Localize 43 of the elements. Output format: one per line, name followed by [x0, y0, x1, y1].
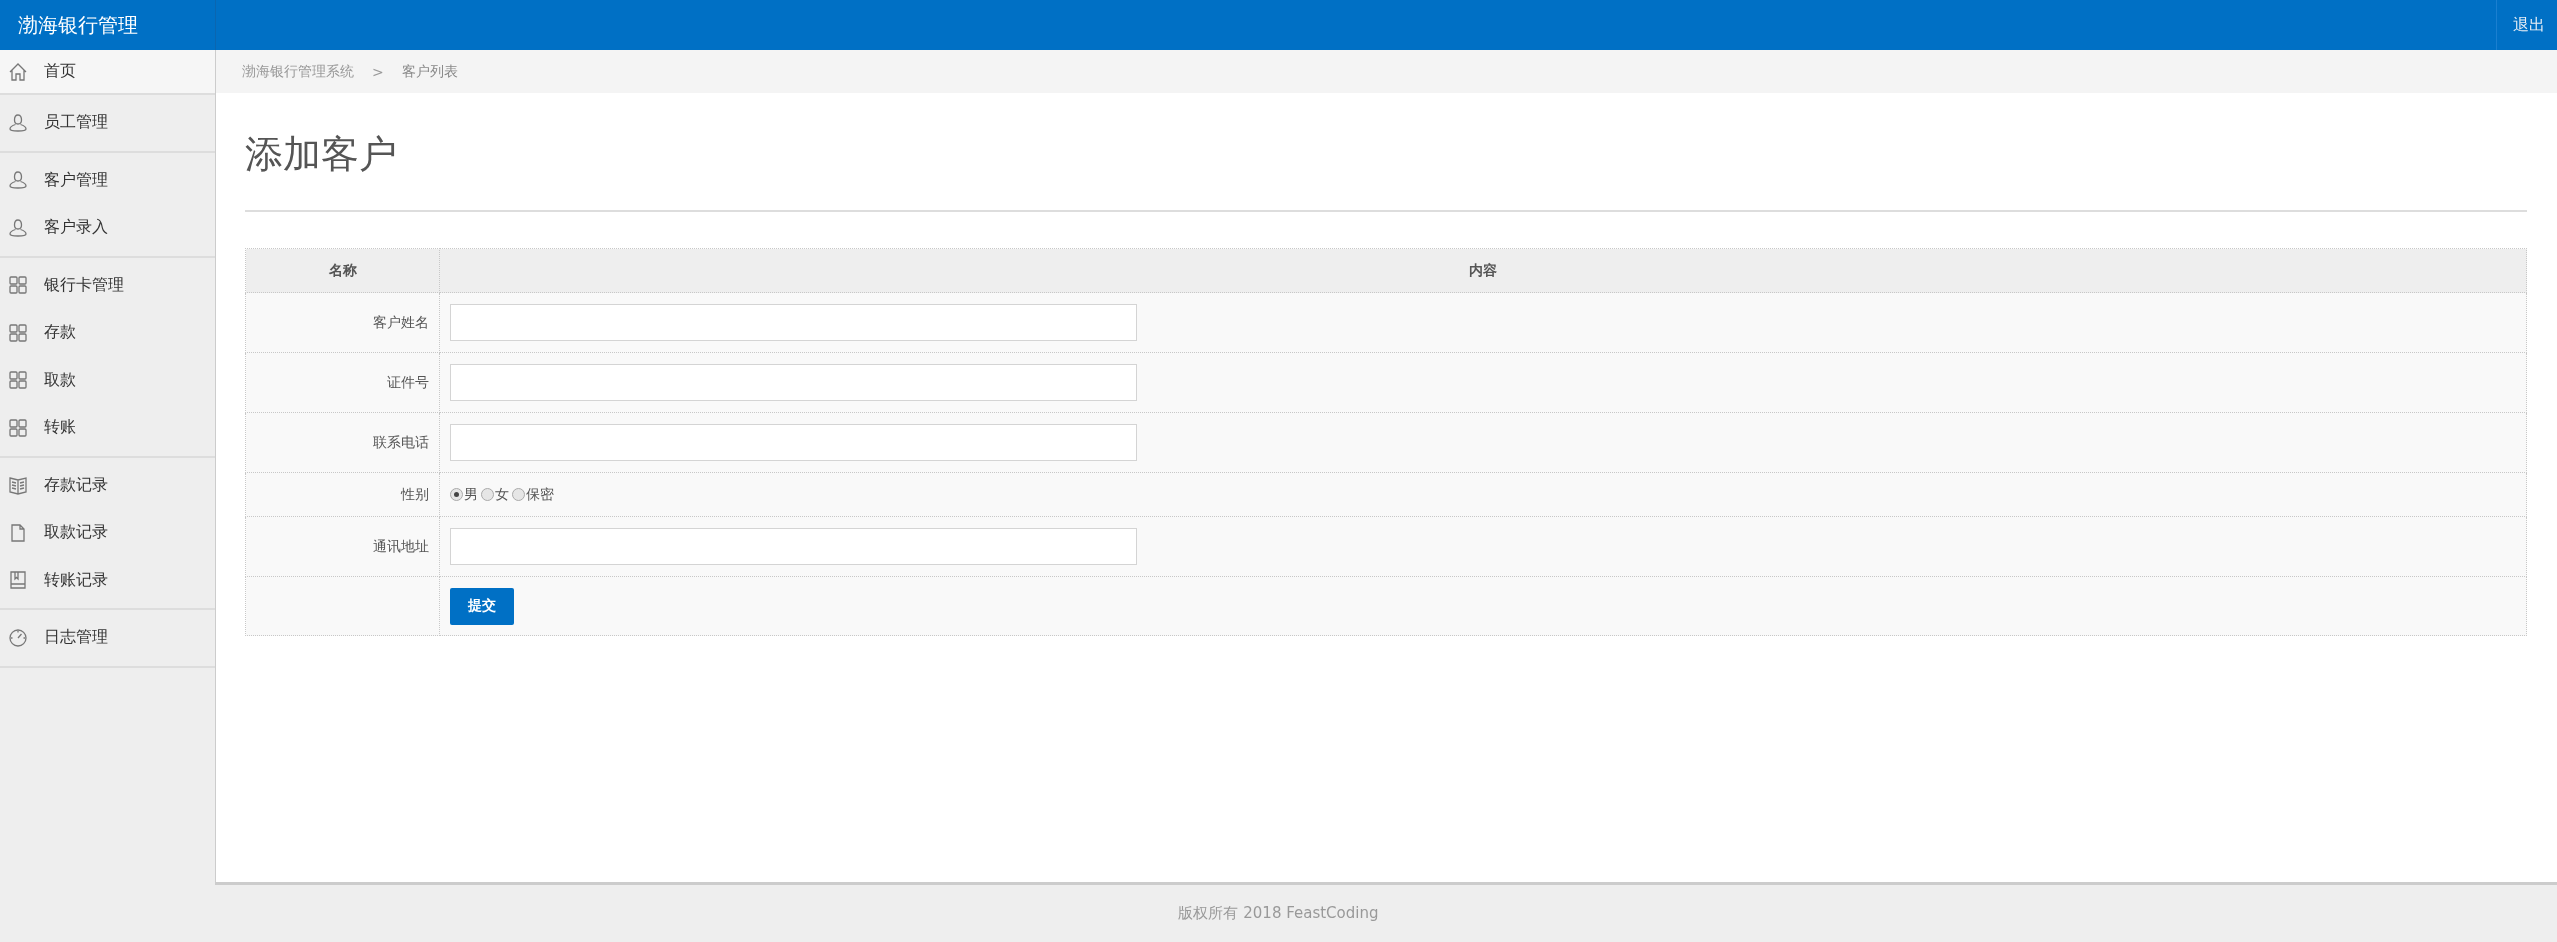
field-label: 性别 [245, 472, 440, 517]
sidebar-item[interactable]: 员工管理 [0, 99, 215, 147]
input-field[interactable] [450, 304, 1137, 341]
column-header: 内容 [439, 248, 2527, 293]
breadcrumb-current: 客户列表 [401, 62, 458, 81]
sidebar-item[interactable]: 取款记录 [0, 509, 215, 557]
book-icon [9, 477, 27, 495]
sidebar-item[interactable]: 取款 [0, 356, 215, 404]
user-icon [9, 219, 27, 237]
sidebar-item[interactable]: 银行卡管理 [0, 261, 215, 309]
file-icon [11, 524, 25, 542]
sidebar-item[interactable]: 首页 [0, 50, 215, 93]
input-field[interactable] [450, 528, 1137, 565]
sidebar-item[interactable]: 日志管理 [0, 614, 215, 662]
column-header: 名称 [245, 248, 440, 293]
sidebar-item[interactable]: 转账记录 [0, 556, 215, 604]
user-icon [9, 114, 27, 132]
gauge-icon [9, 629, 27, 647]
sidebar-item[interactable]: 存款记录 [0, 461, 215, 509]
grid-icon [9, 419, 27, 437]
field-label: 客户姓名 [245, 292, 440, 353]
sidebar-item[interactable]: 转账 [0, 404, 215, 452]
input-field[interactable] [450, 424, 1137, 461]
notebook-icon [10, 571, 26, 589]
sidebar-item[interactable]: 客户录入 [0, 204, 215, 252]
footer-text: 版权所有 2018 FeastCoding [0, 885, 2557, 942]
sidebar-item[interactable]: 客户管理 [0, 156, 215, 204]
breadcrumb-separator: > [372, 63, 384, 80]
radio-option[interactable]: 女 [481, 485, 509, 504]
grid-icon [9, 324, 27, 342]
field-label: 通讯地址 [245, 516, 440, 577]
sidebar-item[interactable]: 存款 [0, 309, 215, 357]
submit-button[interactable]: 提交 [450, 587, 514, 625]
grid-icon [9, 371, 27, 389]
input-field[interactable] [450, 364, 1137, 401]
radio-option[interactable]: 保密 [512, 485, 554, 504]
user-icon [9, 171, 27, 189]
page-title: 添加客户 [245, 131, 398, 178]
field-label: 证件号 [245, 352, 440, 413]
home-icon [9, 62, 27, 81]
grid-icon [9, 276, 27, 294]
field-label: 联系电话 [245, 412, 440, 473]
radio-option[interactable]: 男 [450, 485, 478, 504]
